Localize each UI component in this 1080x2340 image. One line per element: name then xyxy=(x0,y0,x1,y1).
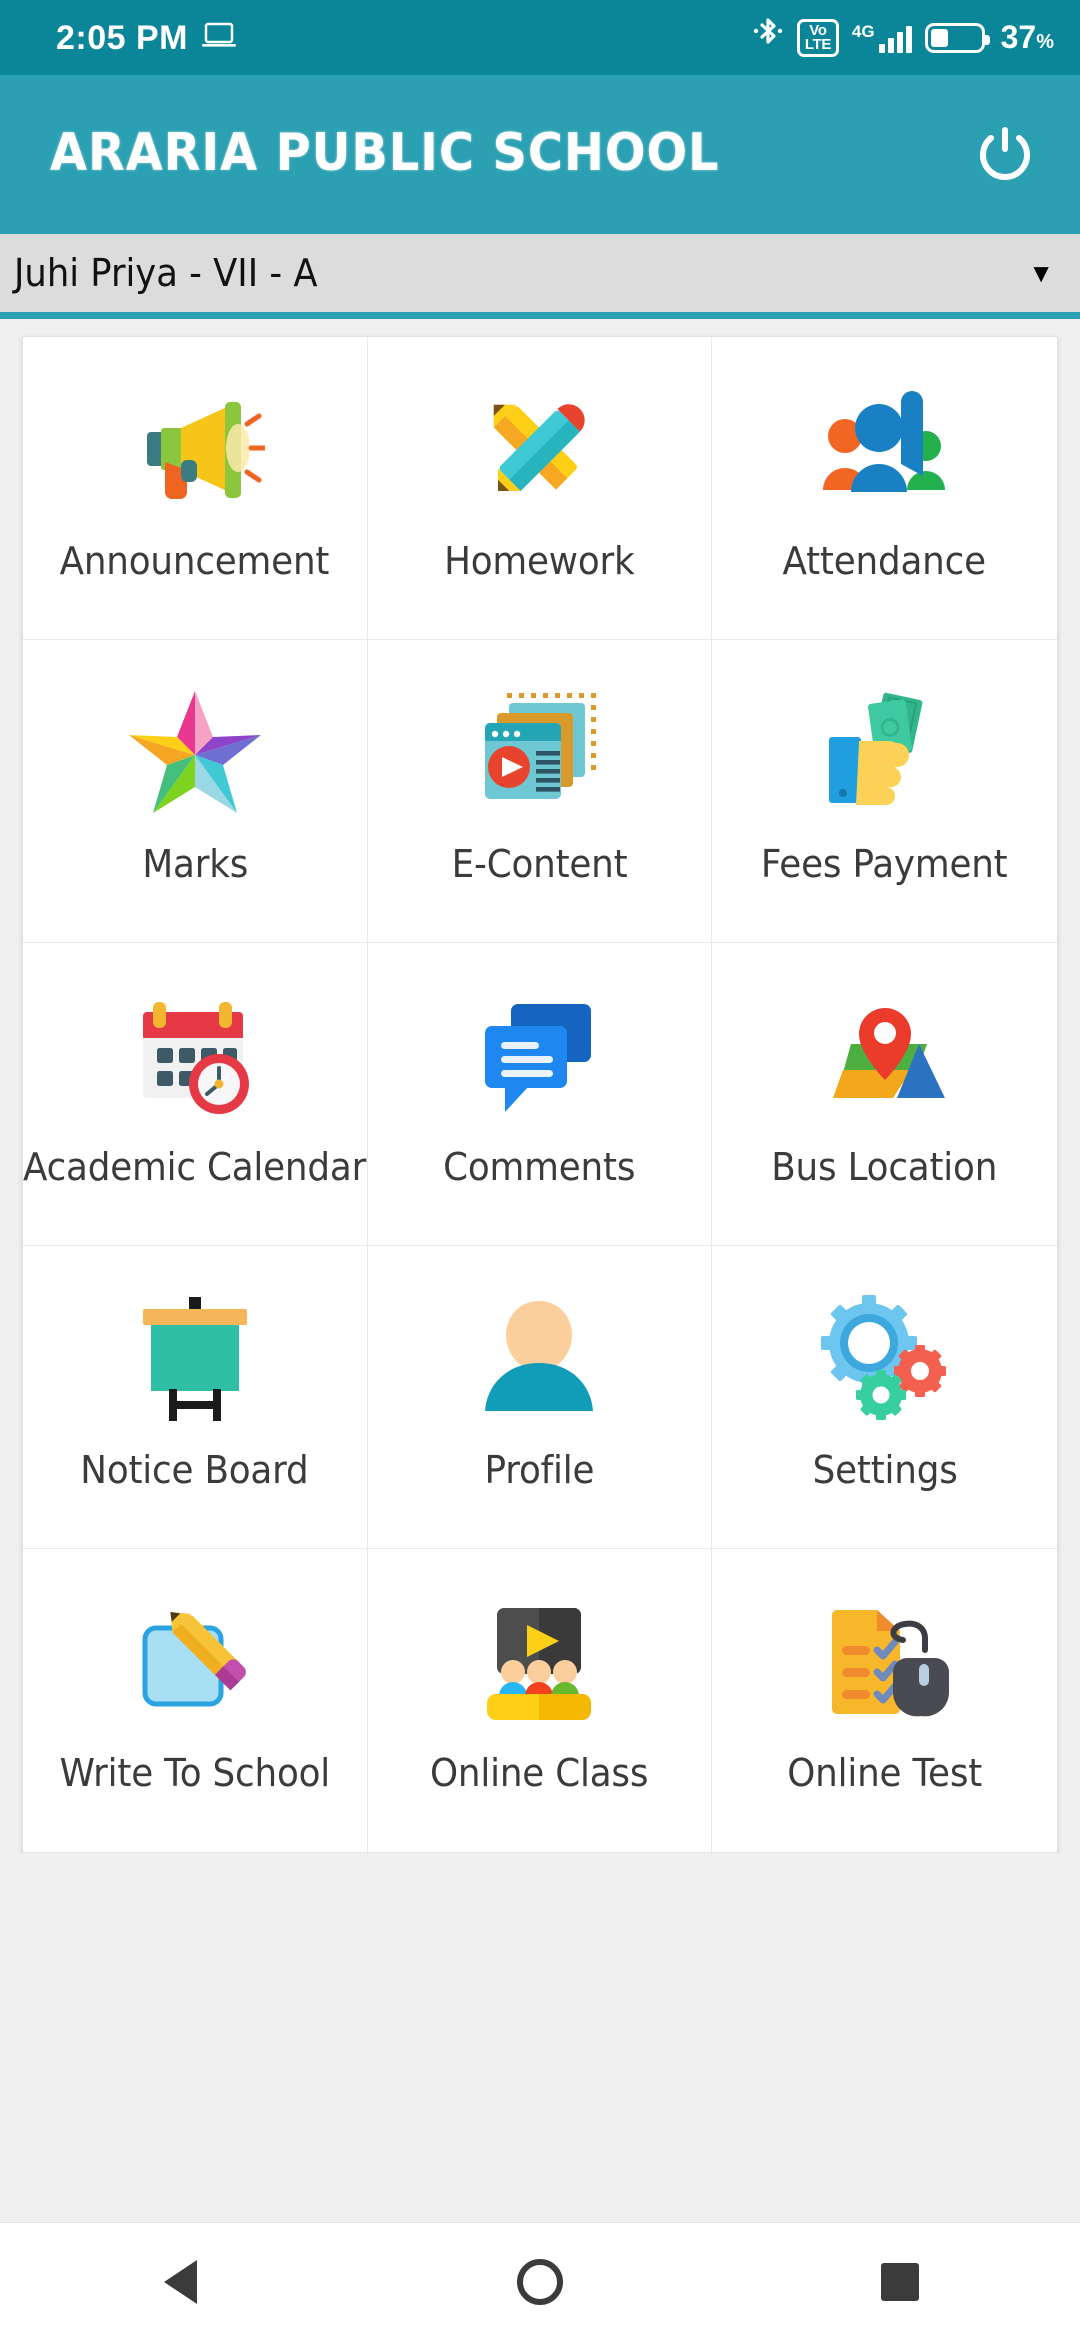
battery-percent-label: 37% xyxy=(1000,19,1054,55)
map-pin-icon xyxy=(810,981,960,1131)
gears-icon xyxy=(810,1284,960,1434)
student-selector-container: Juhi Priya - VII - A ▼ xyxy=(0,230,1080,319)
tile-label: Fees Payment xyxy=(761,842,1008,886)
tile-label: Academic Calendar xyxy=(23,1145,367,1189)
tile-announcement[interactable]: Announcement xyxy=(23,337,368,640)
status-bar-clock: 2:05 PM xyxy=(56,18,188,57)
student-selector-value: Juhi Priya - VII - A xyxy=(14,251,318,295)
status-bar-left: 2:05 PM xyxy=(56,21,236,55)
tile-label: Bus Location xyxy=(771,1145,998,1189)
presentation-board-icon xyxy=(120,1284,270,1434)
hand-money-icon xyxy=(810,678,960,828)
tile-fees-payment[interactable]: Fees Payment xyxy=(712,640,1057,943)
tile-label: Write To School xyxy=(59,1751,331,1795)
tile-label: Online Test xyxy=(787,1751,983,1795)
tile-marks[interactable]: Marks xyxy=(23,640,368,943)
app-bar: ARARIA PUBLIC SCHOOL xyxy=(0,75,1080,230)
recents-square-icon[interactable] xyxy=(840,2223,960,2340)
chevron-down-icon[interactable]: ▼ xyxy=(1028,260,1054,286)
laptop-icon xyxy=(202,21,236,54)
tile-homework[interactable]: Homework xyxy=(367,337,713,640)
user-avatar-icon xyxy=(464,1284,614,1434)
tile-settings[interactable]: Settings xyxy=(712,1246,1057,1549)
tile-label: Notice Board xyxy=(80,1448,309,1492)
tile-write-to-school[interactable]: Write To School xyxy=(23,1549,368,1852)
colorful-star-icon xyxy=(120,678,270,828)
page-title: ARARIA PUBLIC SCHOOL xyxy=(50,122,720,183)
signal-icon: 4G xyxy=(851,21,912,53)
note-pencil-icon xyxy=(120,1587,270,1737)
tile-online-test[interactable]: Online Test xyxy=(712,1549,1057,1852)
tile-label: Announcement xyxy=(60,539,330,583)
tile-label: Settings xyxy=(812,1448,958,1492)
android-navigation-bar xyxy=(0,2222,1080,2340)
tile-e-content[interactable]: E-Content xyxy=(367,640,713,943)
tile-notice-board[interactable]: Notice Board xyxy=(23,1246,368,1549)
tile-bus-location[interactable]: Bus Location xyxy=(712,943,1057,1246)
phone-screen: 2:05 PM Vo LTE 4G 37% ARARIA PUBLIC SCHO… xyxy=(0,0,1080,2340)
student-selector[interactable]: Juhi Priya - VII - A ▼ xyxy=(0,234,1080,312)
tile-label: Marks xyxy=(141,842,248,886)
tile-label: Profile xyxy=(484,1448,595,1492)
tile-online-class[interactable]: Online Class xyxy=(367,1549,713,1852)
tile-label: Comments xyxy=(443,1145,636,1189)
tile-attendance[interactable]: Attendance xyxy=(712,337,1057,640)
home-circle-icon[interactable] xyxy=(480,2223,600,2340)
calendar-clock-icon xyxy=(120,981,270,1131)
tile-label: Attendance xyxy=(782,539,987,583)
tile-profile[interactable]: Profile xyxy=(367,1246,713,1549)
volte-bottom-label: LTE xyxy=(804,35,831,53)
megaphone-icon xyxy=(120,375,270,525)
chat-bubbles-icon xyxy=(464,981,614,1131)
classroom-video-icon xyxy=(464,1587,614,1737)
people-raised-hand-icon xyxy=(810,375,960,525)
tile-comments[interactable]: Comments xyxy=(367,943,713,1246)
tile-label: Homework xyxy=(444,539,635,583)
back-triangle-icon[interactable] xyxy=(120,2223,240,2340)
power-icon[interactable] xyxy=(970,118,1040,188)
status-bar: 2:05 PM Vo LTE 4G 37% xyxy=(0,0,1080,75)
signal-bars xyxy=(878,23,912,53)
bluetooth-icon xyxy=(752,16,784,59)
battery-icon xyxy=(924,22,990,53)
content-spacer xyxy=(0,1853,1080,2222)
media-windows-icon xyxy=(464,678,614,828)
checklist-mouse-icon xyxy=(810,1587,960,1737)
menu-grid: Announcement Homework Attendance Marks E… xyxy=(22,336,1058,1853)
crossed-pencils-icon xyxy=(464,375,614,525)
volte-icon: Vo LTE xyxy=(796,18,839,57)
tile-academic-calendar[interactable]: Academic Calendar xyxy=(23,943,368,1246)
tile-label: Online Class xyxy=(430,1751,649,1795)
tile-label: E-Content xyxy=(451,842,628,886)
network-type-label: 4G xyxy=(851,21,875,41)
status-bar-right: Vo LTE 4G 37% xyxy=(752,16,1054,59)
